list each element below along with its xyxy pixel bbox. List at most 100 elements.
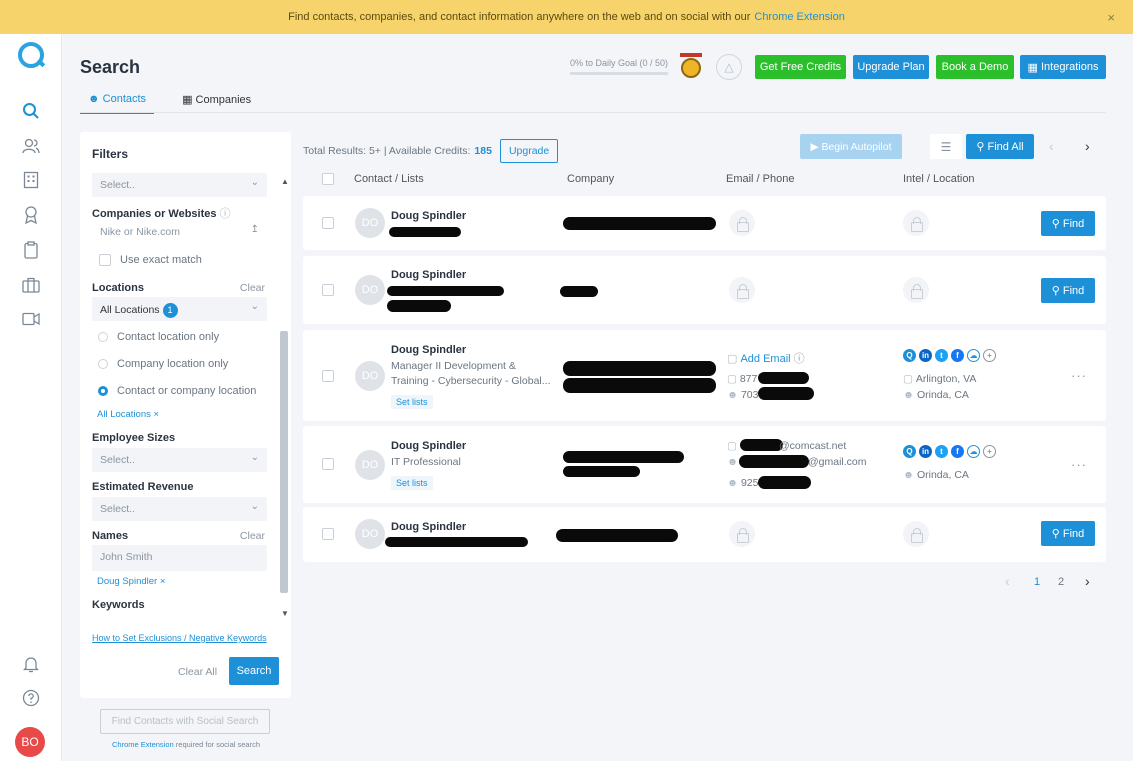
table-row[interactable]: DO Doug Spindler ⚲ Find: [303, 196, 1106, 250]
begin-autopilot-button[interactable]: ▶ Begin Autopilot: [800, 134, 902, 159]
row-checkbox[interactable]: [322, 370, 334, 382]
contact-name[interactable]: Doug Spindler: [391, 521, 466, 533]
award-icon[interactable]: [20, 204, 42, 226]
companies-placeholder: Nike or Nike.com: [100, 226, 180, 238]
email-domain[interactable]: @gmail.com: [808, 456, 867, 468]
email-domain[interactable]: @comcast.net: [779, 440, 846, 452]
radio-contact-or-company[interactable]: Contact or company location: [98, 385, 256, 397]
linkedin-icon[interactable]: in: [919, 349, 932, 362]
cloud-icon[interactable]: ☁: [967, 349, 980, 362]
radio-company-location[interactable]: Company location only: [98, 358, 228, 370]
more-options-icon[interactable]: ···: [1071, 368, 1087, 383]
scroll-down-arrow[interactable]: ▼: [281, 609, 289, 618]
prev-page-arrow[interactable]: ‹: [1049, 138, 1054, 154]
medal-icon[interactable]: [680, 53, 702, 79]
search-button[interactable]: Search: [229, 657, 279, 685]
integrations-button[interactable]: ▦ Integrations: [1020, 55, 1106, 79]
next-page-arrow[interactable]: ›: [1085, 138, 1090, 154]
facebook-icon[interactable]: f: [951, 349, 964, 362]
companies-input[interactable]: Nike or Nike.com ↥: [92, 220, 267, 246]
linkedin-icon[interactable]: in: [919, 445, 932, 458]
upgrade-button[interactable]: Upgrade: [499, 139, 559, 163]
radio-selected[interactable]: [98, 386, 108, 396]
get-free-credits-button[interactable]: Get Free Credits: [755, 55, 846, 79]
add-icon[interactable]: +: [983, 349, 996, 362]
add-email-link[interactable]: ▢ Add Email ⓘ: [727, 350, 805, 366]
locations-clear[interactable]: Clear: [240, 282, 265, 294]
search-intel-icon[interactable]: Q: [903, 445, 916, 458]
exclusions-link[interactable]: How to Set Exclusions / Negative Keyword…: [92, 633, 267, 643]
upload-icon[interactable]: ↥: [251, 224, 259, 235]
checkbox[interactable]: [99, 254, 111, 266]
page-title: Search: [80, 57, 141, 77]
chrome-extension-link[interactable]: Chrome Extension: [754, 11, 845, 23]
help-icon[interactable]: [20, 687, 42, 709]
locations-select[interactable]: All Locations 1 ⌄: [92, 297, 267, 321]
set-lists-button[interactable]: Set lists: [391, 395, 433, 409]
find-button[interactable]: ⚲ Find: [1041, 278, 1095, 303]
clear-all-button[interactable]: Clear All: [178, 666, 217, 678]
find-button[interactable]: ⚲ Find: [1041, 521, 1095, 546]
briefcase-icon[interactable]: [20, 274, 42, 296]
table-row[interactable]: DO Doug Spindler ⚲ Find: [303, 256, 1106, 324]
book-demo-button[interactable]: Book a Demo: [936, 55, 1014, 79]
add-icon[interactable]: +: [983, 445, 996, 458]
employee-sizes-select[interactable]: Select.. ⌄: [92, 448, 267, 472]
clipboard-icon[interactable]: [20, 239, 42, 261]
tab-contacts[interactable]: ☻ Contacts: [80, 92, 155, 114]
list-view-icon[interactable]: ☰: [930, 134, 962, 159]
row-checkbox[interactable]: [322, 528, 334, 540]
radio[interactable]: [98, 359, 108, 369]
page-1[interactable]: 1: [1034, 576, 1040, 588]
twitter-icon[interactable]: t: [935, 349, 948, 362]
find-button[interactable]: ⚲ Find: [1041, 211, 1095, 236]
page-2[interactable]: 2: [1058, 576, 1064, 588]
table-row[interactable]: DO Doug Spindler Manager II Development …: [303, 330, 1106, 421]
cloud-icon[interactable]: ☁: [967, 445, 980, 458]
row-checkbox[interactable]: [322, 458, 334, 470]
find-all-button[interactable]: ⚲ Find All: [966, 134, 1034, 159]
table-row[interactable]: DO Doug Spindler IT Professional Set lis…: [303, 426, 1106, 503]
lock-icon: [903, 521, 929, 547]
scroll-up-arrow[interactable]: ▲: [281, 177, 289, 186]
row-checkbox[interactable]: [322, 284, 334, 296]
contact-name[interactable]: Doug Spindler: [391, 344, 466, 356]
locations-chip[interactable]: All Locations ×: [97, 409, 159, 420]
search-icon[interactable]: [20, 100, 42, 122]
companies-icon[interactable]: [20, 169, 42, 191]
social-search-button[interactable]: Find Contacts with Social Search: [100, 709, 270, 734]
names-clear[interactable]: Clear: [240, 530, 265, 542]
contact-name[interactable]: Doug Spindler: [391, 440, 466, 452]
revenue-select[interactable]: Select.. ⌄: [92, 497, 267, 521]
filters-scroll-thumb[interactable]: [280, 331, 288, 593]
names-chip[interactable]: Doug Spindler ×: [97, 576, 165, 587]
search-intel-icon[interactable]: Q: [903, 349, 916, 362]
contact-name[interactable]: Doug Spindler: [391, 269, 466, 281]
close-icon[interactable]: ×: [1107, 10, 1115, 25]
select-all-checkbox[interactable]: [322, 173, 334, 185]
flame-icon[interactable]: △: [716, 54, 742, 80]
chrome-extension-note-link[interactable]: Chrome Extension: [112, 740, 174, 749]
set-lists-button[interactable]: Set lists: [391, 476, 433, 490]
logo-icon[interactable]: [18, 42, 44, 68]
bell-icon[interactable]: [20, 653, 42, 675]
pager-prev-arrow[interactable]: ‹: [1005, 573, 1010, 589]
more-options-icon[interactable]: ···: [1071, 457, 1087, 472]
contact-name[interactable]: Doug Spindler: [391, 210, 466, 222]
upgrade-plan-button[interactable]: Upgrade Plan: [853, 55, 929, 79]
facebook-icon[interactable]: f: [951, 445, 964, 458]
user-avatar[interactable]: BO: [15, 727, 45, 757]
contacts-icon[interactable]: [20, 135, 42, 157]
video-icon[interactable]: [20, 308, 42, 330]
radio-contact-location[interactable]: Contact location only: [98, 331, 219, 343]
exact-match-checkbox[interactable]: Use exact match: [99, 254, 202, 266]
pager-next-arrow[interactable]: ›: [1085, 573, 1090, 589]
row-checkbox[interactable]: [322, 217, 334, 229]
radio[interactable]: [98, 332, 108, 342]
names-input[interactable]: John Smith: [92, 545, 267, 571]
tab-companies-label: Companies: [195, 94, 252, 106]
tab-companies[interactable]: ▦ Companies: [174, 92, 259, 114]
twitter-icon[interactable]: t: [935, 445, 948, 458]
table-row[interactable]: DO Doug Spindler ⚲ Find: [303, 507, 1106, 562]
filter-select-top[interactable]: Select.. ⌄: [92, 173, 267, 197]
